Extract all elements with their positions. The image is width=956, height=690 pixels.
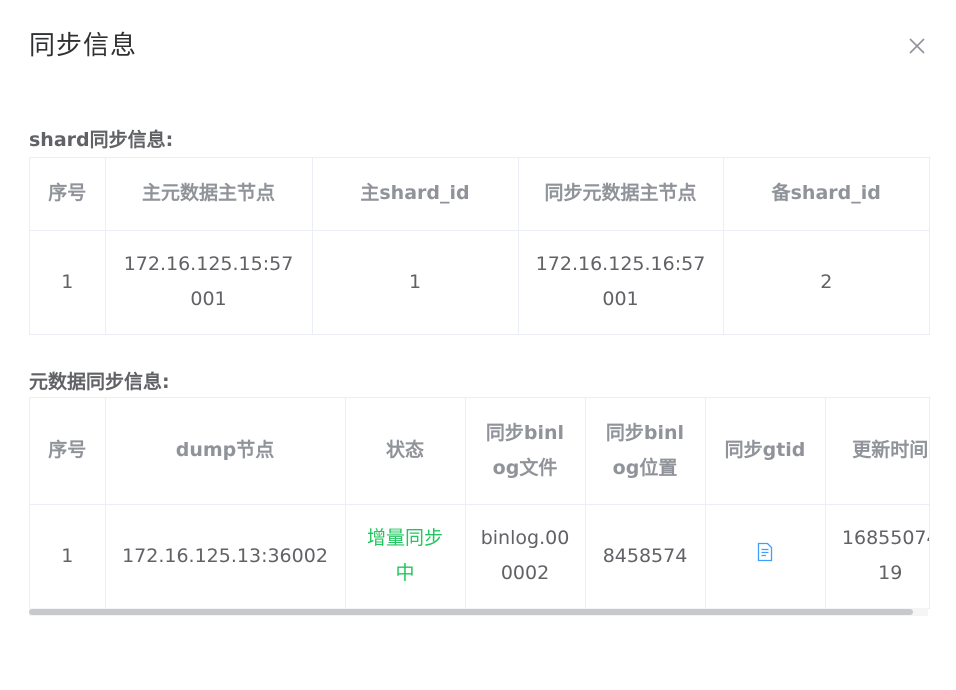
cell-dump-node: 172.16.125.13:36002 bbox=[105, 504, 346, 608]
close-button[interactable] bbox=[905, 34, 929, 58]
header-binlog-file: 同步binlog文件 bbox=[465, 398, 586, 505]
header-binlog-position: 同步binlog位置 bbox=[585, 398, 706, 505]
cell-gtid bbox=[705, 504, 826, 608]
cell-primary-meta-node: 172.16.125.15:57001 bbox=[105, 230, 313, 334]
header-updated-time: 更新时间 bbox=[825, 398, 929, 505]
shard-sync-table: 序号 主元数据主节点 主shard_id 同步元数据主节点 备shard_id … bbox=[29, 157, 930, 335]
horizontal-scrollbar[interactable] bbox=[29, 608, 928, 616]
header-status: 状态 bbox=[345, 398, 466, 505]
table-row: 1 172.16.125.13:36002 增量同步中 binlog.00000… bbox=[30, 504, 930, 608]
cell-binlog-position: 8458574 bbox=[585, 504, 706, 608]
cell-sync-meta-node: 172.16.125.16:57001 bbox=[518, 230, 724, 334]
cell-index: 1 bbox=[30, 230, 106, 334]
status-text: 增量同步中 bbox=[345, 504, 466, 608]
header-index: 序号 bbox=[30, 398, 106, 505]
header-standby-shard-id: 备shard_id bbox=[723, 158, 929, 231]
header-primary-meta-node: 主元数据主节点 bbox=[105, 158, 313, 231]
meta-section-title: 元数据同步信息: bbox=[29, 371, 170, 393]
table-row: 1 172.16.125.15:57001 1 172.16.125.16:57… bbox=[30, 230, 929, 334]
shard-section-title: shard同步信息: bbox=[29, 129, 174, 151]
cell-binlog-file: binlog.000002 bbox=[465, 504, 586, 608]
cell-index: 1 bbox=[30, 504, 106, 608]
meta-sync-table: 序号 dump节点 状态 同步binlog文件 同步binlog位置 同步gti… bbox=[29, 397, 930, 609]
header-gtid: 同步gtid bbox=[705, 398, 826, 505]
close-icon bbox=[909, 38, 925, 54]
header-sync-meta-node: 同步元数据主节点 bbox=[518, 158, 724, 231]
scrollbar-thumb[interactable] bbox=[29, 609, 913, 615]
cell-primary-shard-id: 1 bbox=[312, 230, 519, 334]
header-index: 序号 bbox=[30, 158, 106, 231]
cell-standby-shard-id: 2 bbox=[820, 270, 833, 293]
dialog-title: 同步信息 bbox=[29, 31, 138, 61]
document-icon[interactable] bbox=[757, 539, 773, 574]
header-dump-node: dump节点 bbox=[105, 398, 346, 505]
header-primary-shard-id: 主shard_id bbox=[312, 158, 519, 231]
cell-updated-time: 1685507419 bbox=[841, 527, 930, 585]
